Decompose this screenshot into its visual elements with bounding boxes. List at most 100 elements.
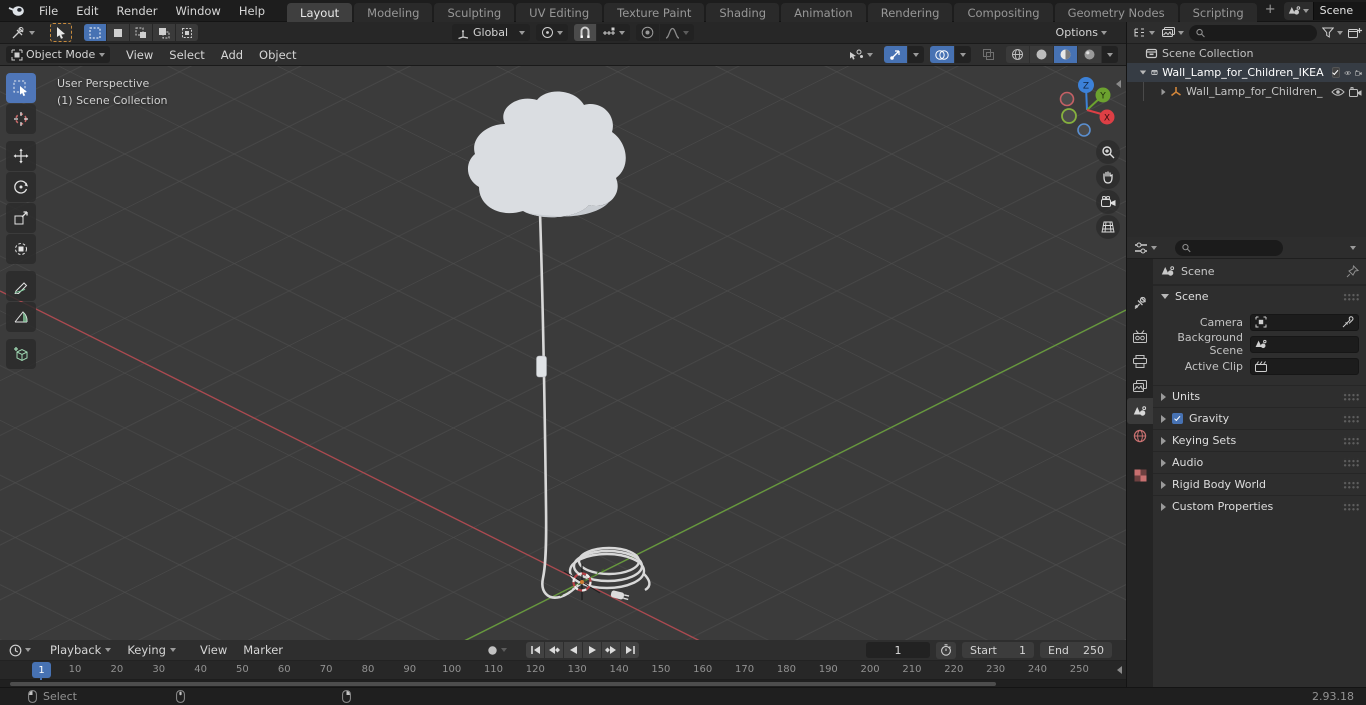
properties-panel-custom-properties[interactable]: Custom Properties — [1153, 495, 1366, 517]
viewport-menu-view[interactable]: View — [118, 46, 161, 64]
tool-annotate-button[interactable] — [6, 271, 36, 301]
tool-rotate-button[interactable] — [6, 172, 36, 202]
tab-world[interactable] — [1127, 423, 1153, 449]
workspace-tab-texture-paint[interactable]: Texture Paint — [604, 2, 705, 22]
shading-settings-dropdown[interactable] — [1102, 46, 1118, 63]
timeline-scrollbar[interactable] — [10, 681, 996, 686]
tool-select-box-button[interactable] — [6, 73, 36, 103]
collection-exclude-checkbox[interactable] — [1331, 67, 1340, 78]
scene-name-field[interactable]: Scene — [1312, 1, 1366, 20]
zoom-view-button[interactable] — [1096, 140, 1120, 164]
pin-icon[interactable] — [1346, 265, 1359, 278]
object-visibility-dropdown[interactable] — [844, 46, 878, 63]
properties-filter-dropdown[interactable] — [1350, 245, 1356, 250]
outliner-search-input[interactable] — [1208, 27, 1310, 38]
tool-scale-button[interactable] — [6, 203, 36, 233]
select-mode-new-button[interactable] — [84, 24, 106, 41]
timeline-menu-view[interactable]: View — [192, 641, 235, 659]
tab-tool[interactable] — [1127, 290, 1153, 316]
viewport-menu-add[interactable]: Add — [213, 46, 251, 64]
panel-drag-grip[interactable] — [1342, 502, 1359, 511]
workspace-tab-compositing[interactable]: Compositing — [954, 2, 1053, 22]
start-frame-field[interactable]: Start 1 — [962, 642, 1034, 658]
properties-panel-audio[interactable]: Audio — [1153, 451, 1366, 473]
workspace-tab-shading[interactable]: Shading — [706, 2, 780, 22]
panel-drag-grip[interactable] — [1342, 480, 1359, 489]
show-overlays-toggle[interactable] — [930, 46, 954, 63]
shading-solid-button[interactable] — [1030, 46, 1053, 63]
outliner-row-scene-collection[interactable]: Scene Collection — [1127, 44, 1366, 63]
proportional-editing-toggle[interactable] — [636, 24, 659, 41]
outliner-search[interactable] — [1189, 24, 1317, 41]
overlays-settings-dropdown[interactable] — [955, 46, 971, 63]
camera-view-button[interactable] — [1096, 190, 1120, 214]
end-frame-field[interactable]: End 250 — [1040, 642, 1112, 658]
select-mode-extend-button[interactable] — [107, 24, 129, 41]
tool-measure-button[interactable] — [6, 302, 36, 332]
gizmo-axis-x-neg[interactable] — [1059, 91, 1075, 107]
workspace-tab-animation[interactable]: Animation — [781, 2, 866, 22]
workspace-tab-scripting[interactable]: Scripting — [1179, 2, 1257, 22]
panel-drag-grip[interactable] — [1342, 414, 1359, 423]
jump-next-keyframe-button[interactable] — [602, 642, 620, 658]
panel-drag-grip[interactable] — [1342, 292, 1359, 301]
snap-toggle[interactable] — [574, 24, 596, 41]
outliner-row-collection[interactable]: Wall_Lamp_for_Children_IKEA — [1127, 63, 1366, 82]
jump-to-start-button[interactable] — [526, 642, 544, 658]
sidebar-toggle-arrow[interactable] — [1116, 80, 1121, 88]
blender-logo-icon[interactable] — [8, 4, 25, 17]
timeline-editor-selector[interactable] — [6, 642, 34, 659]
select-mode-invert-button[interactable] — [153, 24, 175, 41]
tab-scene[interactable] — [1127, 398, 1153, 424]
shading-wireframe-button[interactable] — [1006, 46, 1029, 63]
outliner-row-object[interactable]: Wall_Lamp_for_Children_ — [1127, 82, 1366, 101]
workspace-tab-geometry-nodes[interactable]: Geometry Nodes — [1054, 2, 1178, 22]
tool-move-button[interactable] — [6, 141, 36, 171]
add-workspace-button[interactable]: + — [1257, 0, 1284, 21]
hide-viewport-eye-icon[interactable] — [1343, 68, 1351, 78]
properties-search[interactable] — [1175, 239, 1283, 256]
menu-window[interactable]: Window — [167, 2, 228, 20]
auto-keying-toggle[interactable] — [482, 642, 512, 659]
jump-prev-keyframe-button[interactable] — [545, 642, 563, 658]
play-reverse-button[interactable] — [564, 642, 582, 658]
panel-drag-grip[interactable] — [1342, 458, 1359, 467]
select-mode-subtract-button[interactable] — [130, 24, 152, 41]
properties-panel-gravity[interactable]: Gravity — [1153, 407, 1366, 429]
disclosure-open-icon[interactable] — [1140, 70, 1147, 75]
playhead[interactable]: 1 — [32, 662, 51, 678]
viewport-menu-object[interactable]: Object — [251, 46, 304, 64]
active-clip-field[interactable] — [1250, 357, 1359, 375]
tab-view-layer[interactable] — [1127, 373, 1153, 399]
current-frame-field[interactable]: 1 — [866, 642, 930, 658]
use-preview-range-toggle[interactable] — [936, 641, 956, 659]
active-tool-indicator[interactable] — [50, 23, 72, 42]
gizmo-axis-y-neg[interactable] — [1061, 108, 1077, 124]
cloud-lamp[interactable] — [467, 91, 626, 218]
properties-panel-keying-sets[interactable]: Keying Sets — [1153, 429, 1366, 451]
transform-orientation-dropdown[interactable]: Global — [452, 24, 530, 41]
tab-texture[interactable] — [1127, 462, 1153, 488]
tool-cursor-button[interactable] — [6, 104, 36, 134]
properties-panel-rigid-body-world[interactable]: Rigid Body World — [1153, 473, 1366, 495]
timeline-menu-marker[interactable]: Marker — [235, 641, 291, 659]
navigation-gizmo[interactable]: Z Y X — [1048, 74, 1124, 146]
menu-edit[interactable]: Edit — [68, 2, 106, 20]
outliner-filter-dropdown[interactable] — [1320, 24, 1345, 41]
new-collection-button[interactable] — [1348, 27, 1362, 39]
gizmo-settings-dropdown[interactable] — [908, 46, 924, 63]
options-dropdown[interactable]: Options — [1051, 24, 1112, 41]
show-gizmo-toggle[interactable] — [884, 46, 907, 63]
workspace-tab-sculpting[interactable]: Sculpting — [434, 2, 515, 22]
scene-panel-header[interactable]: Scene — [1153, 285, 1366, 307]
xray-toggle[interactable] — [977, 46, 1000, 63]
tool-add-cube-button[interactable] — [6, 339, 36, 369]
properties-panel-units[interactable]: Units — [1153, 385, 1366, 407]
pan-view-button[interactable] — [1096, 165, 1120, 189]
scene-browse-button[interactable] — [1283, 1, 1313, 20]
shading-rendered-button[interactable] — [1078, 46, 1101, 63]
eyedropper-icon[interactable] — [1342, 316, 1354, 328]
viewport-menu-select[interactable]: Select — [161, 46, 212, 64]
perspective-toggle-button[interactable] — [1096, 215, 1120, 239]
timeline-menu-playback[interactable]: Playback — [42, 641, 119, 659]
